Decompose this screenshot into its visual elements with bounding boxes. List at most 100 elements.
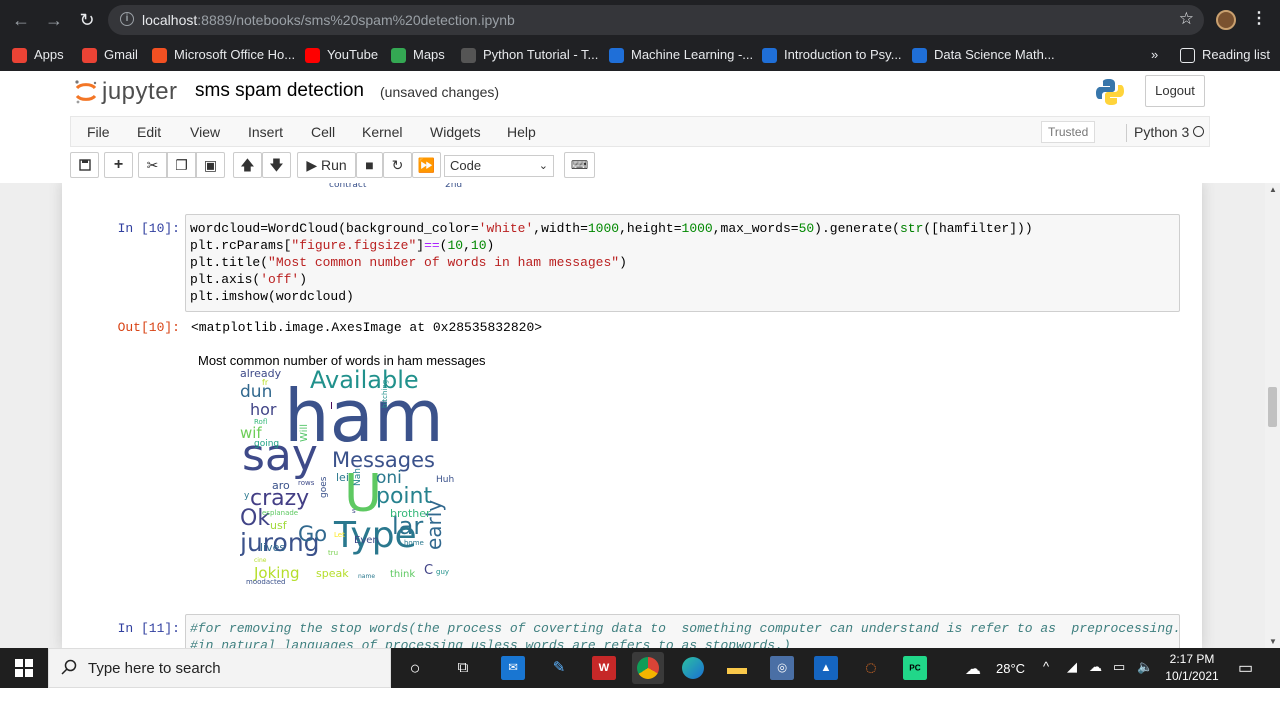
wordcloud-word: moodacted: [246, 578, 286, 586]
run-button[interactable]: ▶ Run: [297, 152, 356, 178]
browser-chrome: ← → ↻ i localhost:8889/notebooks/sms%20s…: [0, 0, 1280, 71]
wordcloud-word: Will: [299, 423, 310, 442]
cell-type-select[interactable]: Code ⌄: [444, 155, 554, 177]
scroll-up-icon[interactable]: ▲: [1269, 185, 1277, 194]
address-bar[interactable]: i localhost:8889/notebooks/sms%20spam%20…: [108, 5, 1204, 35]
menu-file[interactable]: File: [87, 124, 110, 140]
menu-widgets[interactable]: Widgets: [430, 124, 481, 140]
copy-icon[interactable]: ❐: [167, 152, 196, 178]
mail-icon[interactable]: ✉: [501, 656, 525, 680]
python-logo-icon: [1096, 79, 1124, 105]
battery-icon[interactable]: ▭: [1113, 659, 1125, 699]
reload-icon[interactable]: ↻: [76, 9, 98, 31]
task-view-icon[interactable]: ⧉: [447, 652, 479, 684]
cortana-icon[interactable]: ○: [399, 652, 431, 684]
python-tutorial-icon: [461, 47, 476, 63]
start-button[interactable]: [0, 648, 48, 688]
profile-avatar[interactable]: [1216, 10, 1236, 30]
wordcloud-image: ham say Available Messages Upoint Type jurong c…: [240, 368, 462, 590]
youtube-icon: [305, 47, 320, 63]
wordcloud-word: already: [240, 368, 282, 380]
menu-kernel[interactable]: Kernel: [362, 124, 402, 140]
bookmark-gmail[interactable]: Gmail: [82, 44, 138, 66]
coursera-icon: [762, 47, 777, 63]
wordcloud-word: speak: [316, 567, 349, 580]
notebook-page: contract 2nd In [10]: wordcloud=WordClou…: [62, 183, 1202, 648]
trusted-indicator[interactable]: Trusted: [1041, 121, 1096, 143]
restart-icon[interactable]: ↻: [383, 152, 412, 178]
windows-taskbar: Type here to search ○ ⧉ ✉ ✎ W ▬ ◎ ▲ ◌ PC…: [0, 648, 1280, 688]
notebook-title[interactable]: sms spam detection: [195, 80, 364, 102]
wordcloud-word: guy: [436, 568, 450, 576]
reading-list-button[interactable]: Reading list: [1180, 44, 1270, 66]
bookmark-coursera[interactable]: Introduction to Psy...: [762, 44, 902, 66]
edge-icon[interactable]: [677, 652, 709, 684]
menu-edit[interactable]: Edit: [137, 124, 161, 140]
reading-list-label: Reading list: [1202, 47, 1270, 62]
wordcloud-word: lei: [336, 471, 349, 484]
file-explorer-icon[interactable]: ▬: [721, 652, 753, 684]
wordcloud-word: Nah: [353, 468, 363, 486]
wordcloud-word: hor: [250, 400, 277, 419]
weather-temperature[interactable]: 28°C: [996, 661, 1025, 701]
bookmark-python-tutorial[interactable]: Python Tutorial - T...: [461, 44, 598, 66]
network-icon[interactable]: ◢: [1067, 659, 1077, 699]
taskbar-search[interactable]: Type here to search: [48, 648, 391, 688]
bookmark-office[interactable]: Microsoft Office Ho...: [152, 44, 295, 66]
menu-view[interactable]: View: [190, 124, 220, 140]
page-scrollbar[interactable]: ▲ ▼: [1265, 183, 1280, 648]
kernel-idle-icon: [1193, 126, 1204, 137]
back-arrow-icon[interactable]: ←: [10, 9, 32, 31]
wordcloud-word: aro: [272, 479, 290, 492]
weather-icon[interactable]: ☁: [965, 659, 981, 699]
notebook-area[interactable]: contract 2nd In [10]: wordcloud=WordClou…: [0, 183, 1280, 648]
bookmarks-overflow-button[interactable]: »: [1151, 44, 1158, 66]
bookmark-label: Apps: [34, 47, 64, 62]
onedrive-icon[interactable]: ☁: [1089, 659, 1102, 699]
insert-cell-icon[interactable]: +: [104, 152, 133, 178]
bookmark-youtube[interactable]: YouTube: [305, 44, 378, 66]
tray-expand-icon[interactable]: ^: [1043, 659, 1049, 699]
browser-menu-icon[interactable]: ⋮: [1251, 8, 1267, 30]
photos-icon[interactable]: ▲: [814, 656, 838, 680]
move-down-icon[interactable]: 🡇: [262, 152, 291, 178]
wordcloud-word: y: [244, 491, 250, 501]
app-icon[interactable]: ◎: [770, 656, 794, 680]
jupyter-logo[interactable]: jupyter: [74, 77, 184, 107]
wordcloud-word: rows: [298, 479, 315, 487]
forward-arrow-icon[interactable]: →: [43, 9, 65, 31]
scroll-down-icon[interactable]: ▼: [1269, 637, 1277, 646]
paint-app-icon[interactable]: ✎: [543, 652, 575, 684]
save-status: (unsaved changes): [380, 84, 500, 100]
bookmark-maps[interactable]: Maps: [391, 44, 445, 66]
bookmark-apps-grid[interactable]: Apps: [12, 44, 64, 66]
site-info-icon[interactable]: i: [120, 12, 134, 26]
menu-cell[interactable]: Cell: [311, 124, 335, 140]
bookmark-coursera[interactable]: Machine Learning -...: [609, 44, 753, 66]
volume-icon[interactable]: 🔈: [1137, 659, 1153, 699]
paste-icon[interactable]: ▣: [196, 152, 225, 178]
notification-icon[interactable]: ▭: [1238, 658, 1253, 698]
restart-run-all-icon[interactable]: ⏩: [412, 152, 441, 178]
code-cell-input[interactable]: wordcloud=WordCloud(background_color='wh…: [185, 214, 1180, 312]
jupyter-taskbar-icon[interactable]: ◌: [855, 652, 887, 684]
cut-icon[interactable]: ✂: [138, 152, 167, 178]
url-text[interactable]: localhost:8889/notebooks/sms%20spam%20de…: [142, 12, 515, 28]
bookmark-star-icon[interactable]: ☆: [1179, 9, 1194, 29]
chrome-icon[interactable]: [632, 652, 664, 684]
wps-office-icon[interactable]: W: [592, 656, 616, 680]
logout-button[interactable]: Logout: [1145, 75, 1205, 107]
wordcloud-word: Rofl: [254, 418, 268, 426]
save-icon[interactable]: [70, 152, 99, 178]
keyboard-icon[interactable]: ⌨: [564, 152, 595, 178]
stop-icon[interactable]: ■: [356, 152, 383, 178]
move-up-icon[interactable]: 🡅: [233, 152, 262, 178]
menu-insert[interactable]: Insert: [248, 124, 283, 140]
system-clock[interactable]: 2:17 PM 10/1/2021: [1160, 651, 1224, 685]
bookmark-label: YouTube: [327, 47, 379, 62]
bookmark-coursera[interactable]: Data Science Math...: [912, 44, 1055, 66]
pycharm-icon[interactable]: PC: [903, 656, 927, 680]
code-cell-input[interactable]: #for removing the stop words(the process…: [185, 614, 1181, 648]
menu-help[interactable]: Help: [507, 124, 536, 140]
scrollbar-thumb[interactable]: [1268, 387, 1277, 427]
